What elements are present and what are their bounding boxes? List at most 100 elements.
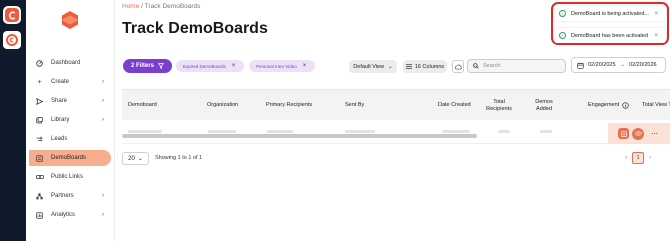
date-from: 02/20/2025 [588, 62, 616, 68]
column-header-sent-by[interactable]: Sent By [345, 90, 364, 121]
sidebar-item-partners[interactable]: Partners › [26, 188, 115, 204]
page-size-value: 20 [128, 155, 135, 162]
close-icon[interactable]: × [654, 33, 658, 39]
page-number-button[interactable]: 1 [632, 152, 644, 164]
app-switch-button-primary[interactable] [3, 6, 21, 24]
more-options-icon[interactable]: ⋯ [651, 130, 658, 138]
info-icon[interactable] [622, 102, 629, 109]
column-header-organization[interactable]: Organization [207, 90, 238, 121]
sidebar-item-label: DemoBoards [51, 155, 87, 161]
sidebar-item-share[interactable]: Share › [26, 93, 115, 109]
date-range-picker[interactable]: 02/20/2025 → 02/20/2026 [571, 57, 666, 73]
page-size-select[interactable]: 20 ⌄ [122, 152, 149, 165]
column-header-demos-added[interactable]: Demos Added [530, 90, 558, 121]
toast-activated: ✓ DemoBoard has been activated × [554, 28, 666, 43]
app-switch-button-secondary[interactable] [3, 31, 21, 49]
sidebar-item-label: Public Links [51, 174, 84, 180]
filters-button[interactable]: 2 Filters [123, 59, 173, 73]
column-header-engagement[interactable]: Engagement [588, 90, 629, 121]
view-label: Default View [353, 63, 385, 70]
sidebar-item-label: Leads [51, 136, 68, 142]
columns-icon [405, 64, 412, 69]
chevron-right-icon: › [102, 193, 104, 199]
table-row[interactable]: ⋯ [122, 121, 670, 144]
partners-icon [35, 192, 44, 200]
table-header: Demoboard Organization Primary Recipient… [122, 89, 670, 120]
demoboards-icon [35, 154, 44, 162]
filter-chip-expired: Expired DemoBoards × [176, 60, 244, 72]
app-secondary-icon [6, 34, 18, 46]
activate-board-icon[interactable] [618, 128, 629, 139]
column-header-primary-recipients[interactable]: Primary Recipients [266, 90, 312, 121]
remove-filter-icon[interactable]: × [232, 63, 236, 69]
brand-logo-icon [62, 11, 78, 29]
filter-chip-label: Expired DemoBoards [183, 63, 226, 69]
sidebar-item-demoboards[interactable]: DemoBoards [29, 150, 111, 166]
share-icon [35, 97, 44, 105]
sidebar-item-analytics[interactable]: Analytics › [26, 207, 115, 223]
pagination-summary: Showing 1 to 1 of 1 [155, 155, 203, 161]
view-selector[interactable]: Default View ⌄ [349, 60, 397, 73]
sidebar: Dashboard + Create › Share › Library › L… [26, 0, 115, 241]
column-header-total-recipients[interactable]: Total Recipients [484, 90, 514, 121]
column-header-date-created[interactable]: Date Created [438, 90, 471, 121]
sidebar-item-dashboard[interactable]: Dashboard [26, 55, 115, 71]
chevron-right-icon: › [102, 98, 104, 104]
calendar-icon [577, 62, 584, 69]
search-icon [473, 63, 479, 69]
pagination: ‹ 1 › [625, 152, 651, 164]
loading-placeholder [540, 130, 552, 133]
check-circle-icon: ✓ [559, 32, 566, 39]
close-icon[interactable]: × [654, 11, 658, 17]
sidebar-item-label: Dashboard [51, 60, 81, 66]
next-page-icon[interactable]: › [649, 155, 651, 161]
toast-text: DemoBoard has been activated [571, 32, 649, 39]
toast-activating: i DemoBoard is being activated... × [554, 6, 666, 21]
dashboard-icon [35, 59, 44, 67]
sidebar-item-create[interactable]: + Create › [26, 74, 115, 90]
sidebar-nav: Dashboard + Create › Share › Library › L… [26, 55, 115, 226]
sidebar-item-label: Partners [51, 193, 74, 199]
loading-placeholder [267, 130, 293, 133]
view-board-icon[interactable] [632, 127, 644, 140]
leads-icon [35, 135, 44, 143]
analytics-icon [35, 211, 44, 219]
filter-chip-label: Personal Intro Video [256, 63, 297, 69]
page-title: Track DemoBoards [122, 20, 268, 37]
date-to: 02/20/2026 [629, 62, 657, 68]
loading-placeholder [345, 130, 375, 133]
search-input[interactable] [483, 63, 563, 69]
remove-filter-icon[interactable]: × [303, 63, 307, 69]
chevron-right-icon: › [102, 212, 104, 218]
link-icon [35, 174, 44, 180]
app-rail [0, 0, 26, 241]
loading-placeholder [442, 130, 470, 133]
breadcrumb-current: Track DemoBoards [144, 3, 201, 10]
sidebar-item-public-links[interactable]: Public Links [26, 169, 115, 185]
sidebar-item-library[interactable]: Library › [26, 112, 115, 128]
arrow-right-icon: → [619, 62, 626, 68]
column-header-demoboard[interactable]: Demoboard [128, 90, 157, 121]
loading-placeholder [208, 130, 236, 133]
filter-icon [158, 63, 165, 69]
previous-page-icon[interactable]: ‹ [625, 155, 627, 161]
search-box [467, 59, 566, 73]
cloud-save-icon[interactable] [452, 60, 464, 73]
breadcrumb: Home / Track DemoBoards [122, 3, 200, 10]
horizontal-scrollbar[interactable] [122, 134, 477, 138]
breadcrumb-home-link[interactable]: Home [122, 3, 139, 10]
columns-button[interactable]: 16 Columns [403, 60, 447, 73]
loading-placeholder [128, 130, 162, 133]
sidebar-item-label: Library [51, 117, 70, 123]
chevron-down-icon: ⌄ [388, 63, 393, 70]
column-header-total-view-time[interactable]: Total View Time [642, 90, 670, 121]
sidebar-item-leads[interactable]: Leads [26, 131, 115, 147]
filter-chip-intro-video: Personal Intro Video × [249, 60, 315, 72]
chevron-right-icon: › [102, 79, 104, 85]
toast-text: DemoBoard is being activated... [571, 10, 649, 17]
columns-label: 16 Columns [414, 63, 445, 70]
row-actions: ⋯ [608, 123, 670, 144]
column-header-label: Engagement [588, 102, 620, 109]
info-icon: i [559, 10, 566, 17]
breadcrumb-separator: / [141, 3, 143, 10]
